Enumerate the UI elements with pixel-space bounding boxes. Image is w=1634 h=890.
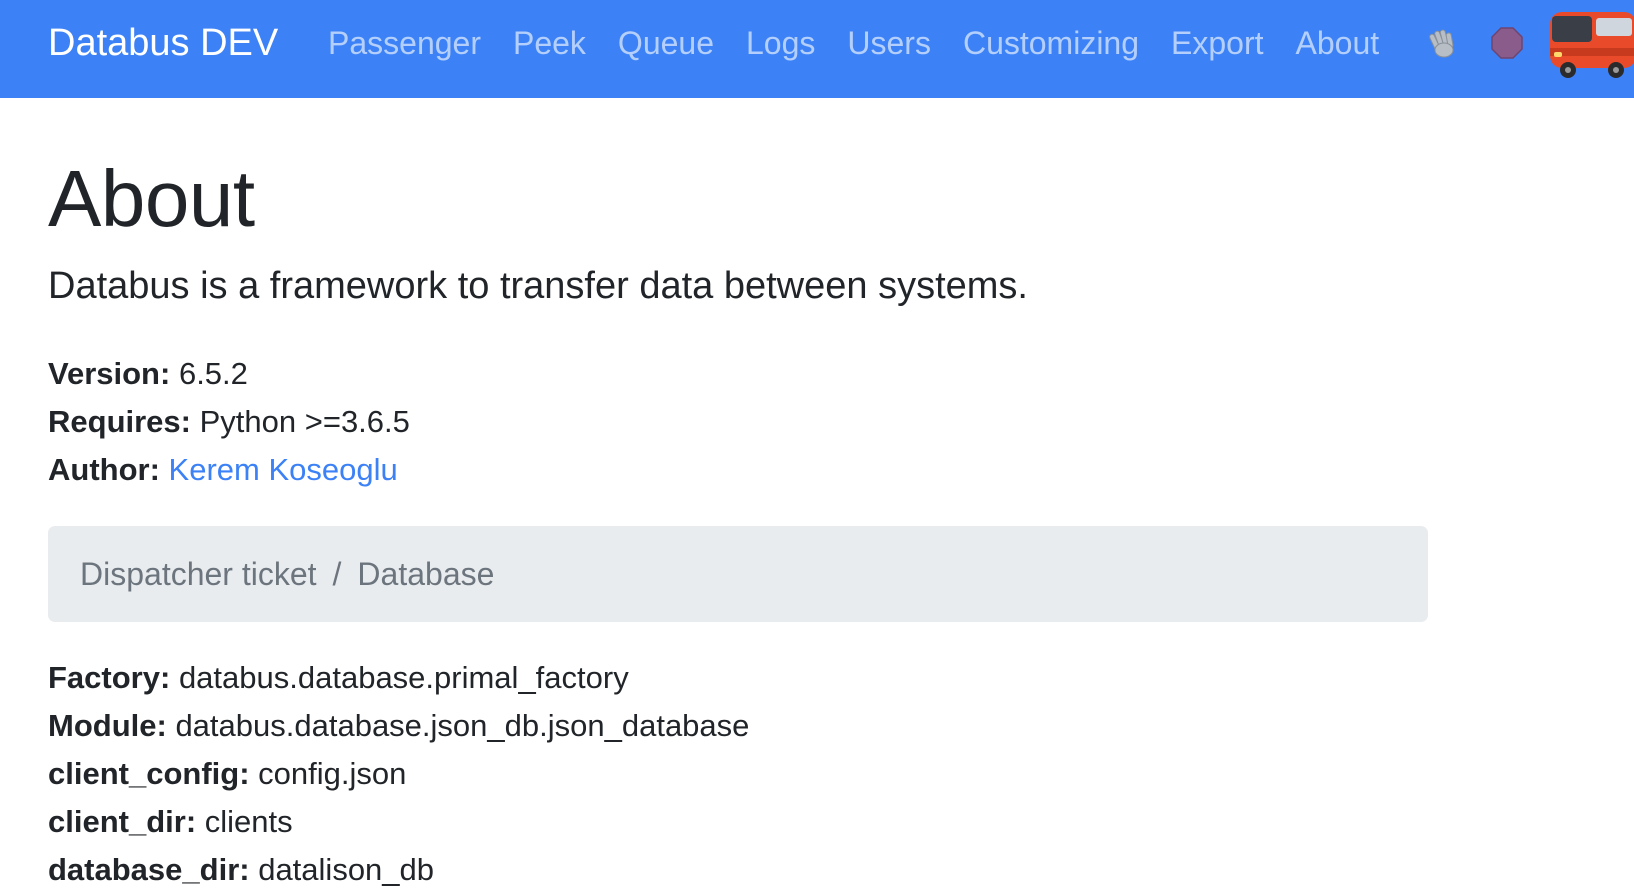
- detail-value: config.json: [258, 756, 407, 791]
- version-value: 6.5.2: [178, 356, 248, 391]
- breadcrumb-item-dispatcher-ticket[interactable]: Dispatcher ticket: [80, 556, 317, 593]
- author-row: Author: Kerem Koseoglu: [48, 450, 398, 490]
- version-label: Version:: [48, 356, 171, 391]
- detail-row-client-config: client_config: config.json: [48, 754, 406, 794]
- breadcrumb: Dispatcher ticket / Database: [48, 526, 1428, 622]
- bus-logo: [1550, 12, 1634, 78]
- requires-label: Requires:: [48, 404, 191, 439]
- nav-link-passenger[interactable]: Passenger: [328, 19, 481, 67]
- detail-label: Factory:: [48, 660, 171, 695]
- nav-link-about[interactable]: About: [1296, 19, 1380, 67]
- nav-menu: Passenger Peek Queue Logs Users Customiz…: [328, 19, 1411, 67]
- breadcrumb-separator: /: [332, 555, 342, 592]
- page-title: About: [48, 154, 255, 243]
- nav-link-logs[interactable]: Logs: [746, 19, 815, 67]
- detail-label: client_config:: [48, 756, 250, 791]
- detail-row-client-dir: client_dir: clients: [48, 802, 293, 842]
- page-lead: Databus is a framework to transfer data …: [48, 265, 1028, 307]
- top-navbar: Databus DEV Passenger Peek Queue Logs Us…: [0, 0, 1634, 98]
- detail-label: client_dir:: [48, 804, 197, 839]
- nav-link-export[interactable]: Export: [1171, 19, 1263, 67]
- nav-link-queue[interactable]: Queue: [618, 19, 714, 67]
- nav-link-users[interactable]: Users: [847, 19, 931, 67]
- requires-value: Python >=3.6.5: [199, 404, 410, 439]
- waving-hand-icon[interactable]: [1426, 26, 1460, 60]
- brand-link[interactable]: Databus DEV: [48, 19, 278, 67]
- breadcrumb-item-database: Database: [357, 555, 495, 592]
- requires-row: Requires: Python >=3.6.5: [48, 402, 410, 442]
- version-row: Version: 6.5.2: [48, 354, 248, 394]
- detail-value: databus.database.primal_factory: [178, 660, 629, 695]
- detail-value: databus.database.json_db.json_database: [175, 708, 750, 743]
- detail-row-factory: Factory: databus.database.primal_factory: [48, 658, 629, 698]
- detail-label: Module:: [48, 708, 167, 743]
- detail-value: clients: [204, 804, 293, 839]
- stop-sign-icon[interactable]: [1490, 26, 1524, 60]
- detail-value: datalison_db: [258, 852, 435, 887]
- detail-row-database-dir: database_dir: datalison_db: [48, 850, 434, 890]
- author-link[interactable]: Kerem Koseoglu: [169, 452, 398, 487]
- detail-row-module: Module: databus.database.json_db.json_da…: [48, 706, 749, 746]
- nav-link-peek[interactable]: Peek: [513, 19, 586, 67]
- author-label: Author:: [48, 452, 160, 487]
- detail-label: database_dir:: [48, 852, 250, 887]
- nav-link-customizing[interactable]: Customizing: [963, 19, 1139, 67]
